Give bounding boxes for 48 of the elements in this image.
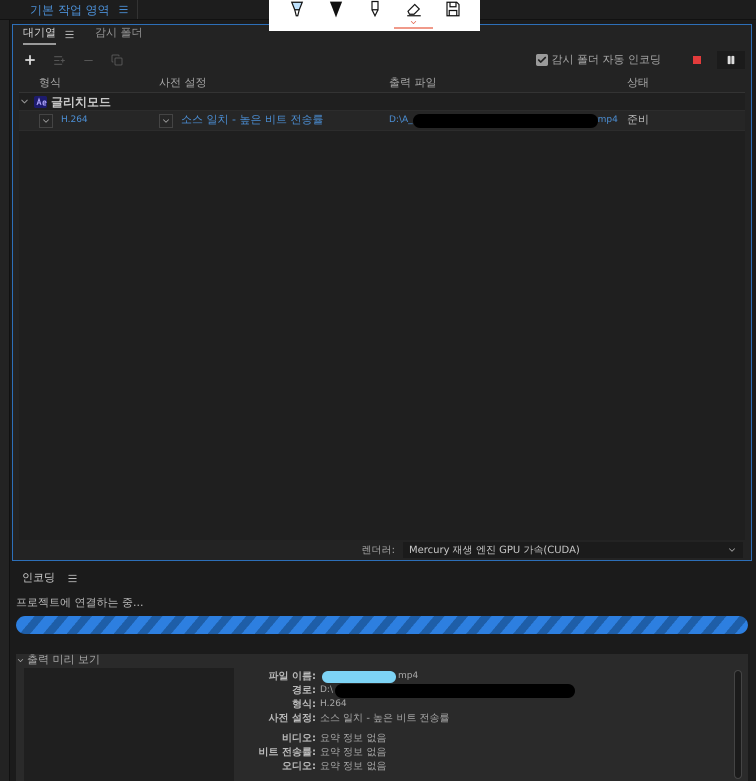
field-label: 경로: [291, 684, 317, 698]
output-path-end[interactable]: mp4 [598, 114, 618, 128]
caret-icon [409, 18, 418, 27]
field-value: 요약 정보 없음 [320, 732, 386, 746]
section-title[interactable]: 출력 미리 보기 [27, 654, 100, 669]
scrollbar[interactable] [734, 670, 742, 779]
menu-icon[interactable] [67, 572, 78, 584]
field-value: 요약 정보 없음 [320, 760, 386, 774]
pause-button[interactable] [717, 51, 745, 69]
field-value: 요약 정보 없음 [320, 746, 386, 760]
save-icon [444, 0, 462, 18]
group-name: 글리치모드 [51, 94, 111, 110]
field-label: 파일 이름: [268, 670, 317, 684]
renderer-dropdown[interactable]: Mercury 재생 엔진 GPU 가속(CUDA) [403, 542, 743, 558]
status-text: 준비 [627, 112, 650, 128]
format-link[interactable]: H.264 [61, 114, 88, 128]
field-label: 형식: [291, 698, 317, 712]
field-label: 비트 전송률: [258, 746, 317, 760]
column-header: 출력 파일 [389, 75, 438, 92]
column-header: 상태 [627, 75, 650, 92]
column-header: 사전 설정 [159, 75, 208, 92]
field-value: H.264 [320, 698, 347, 711]
preset-link[interactable]: 소스 일치 - 높은 비트 전송률 [181, 112, 324, 129]
field-label: 오디오: [281, 760, 317, 774]
panel-tab[interactable]: 대기열 [23, 24, 56, 45]
collapse-icon[interactable] [16, 656, 25, 665]
field-value: mp4 [398, 670, 418, 683]
field-label: 비디오: [281, 732, 317, 746]
pause-icon [726, 55, 736, 65]
workspace-label[interactable]: 기본 작업 영역 [30, 0, 110, 18]
add-icon[interactable] [23, 53, 37, 67]
field-value: 소스 일치 - 높은 비트 전송률 [320, 712, 450, 726]
encoding-status: 프로젝트에 연결하는 중... [16, 595, 144, 611]
auto-encode-label: 감시 폴더 자동 인코딩 [552, 52, 661, 68]
app-logo-icon [34, 96, 47, 108]
menu-icon[interactable] [118, 4, 129, 15]
field-label: 사전 설정: [268, 712, 317, 726]
auto-encode-checkbox[interactable] [536, 54, 548, 66]
preset-dropdown[interactable] [159, 114, 173, 128]
renderer-label: 렌더러: [362, 544, 395, 558]
output-path-start[interactable]: D:\A_ [389, 114, 413, 128]
panel-tab[interactable]: 감시 폴더 [95, 24, 142, 45]
field-value: D:\ [320, 684, 333, 697]
check-icon [536, 55, 546, 65]
format-dropdown[interactable] [39, 114, 53, 128]
menu-icon[interactable] [64, 29, 75, 40]
column-header: 형식 [38, 75, 62, 92]
panel-title[interactable]: 인코딩 [22, 570, 55, 586]
